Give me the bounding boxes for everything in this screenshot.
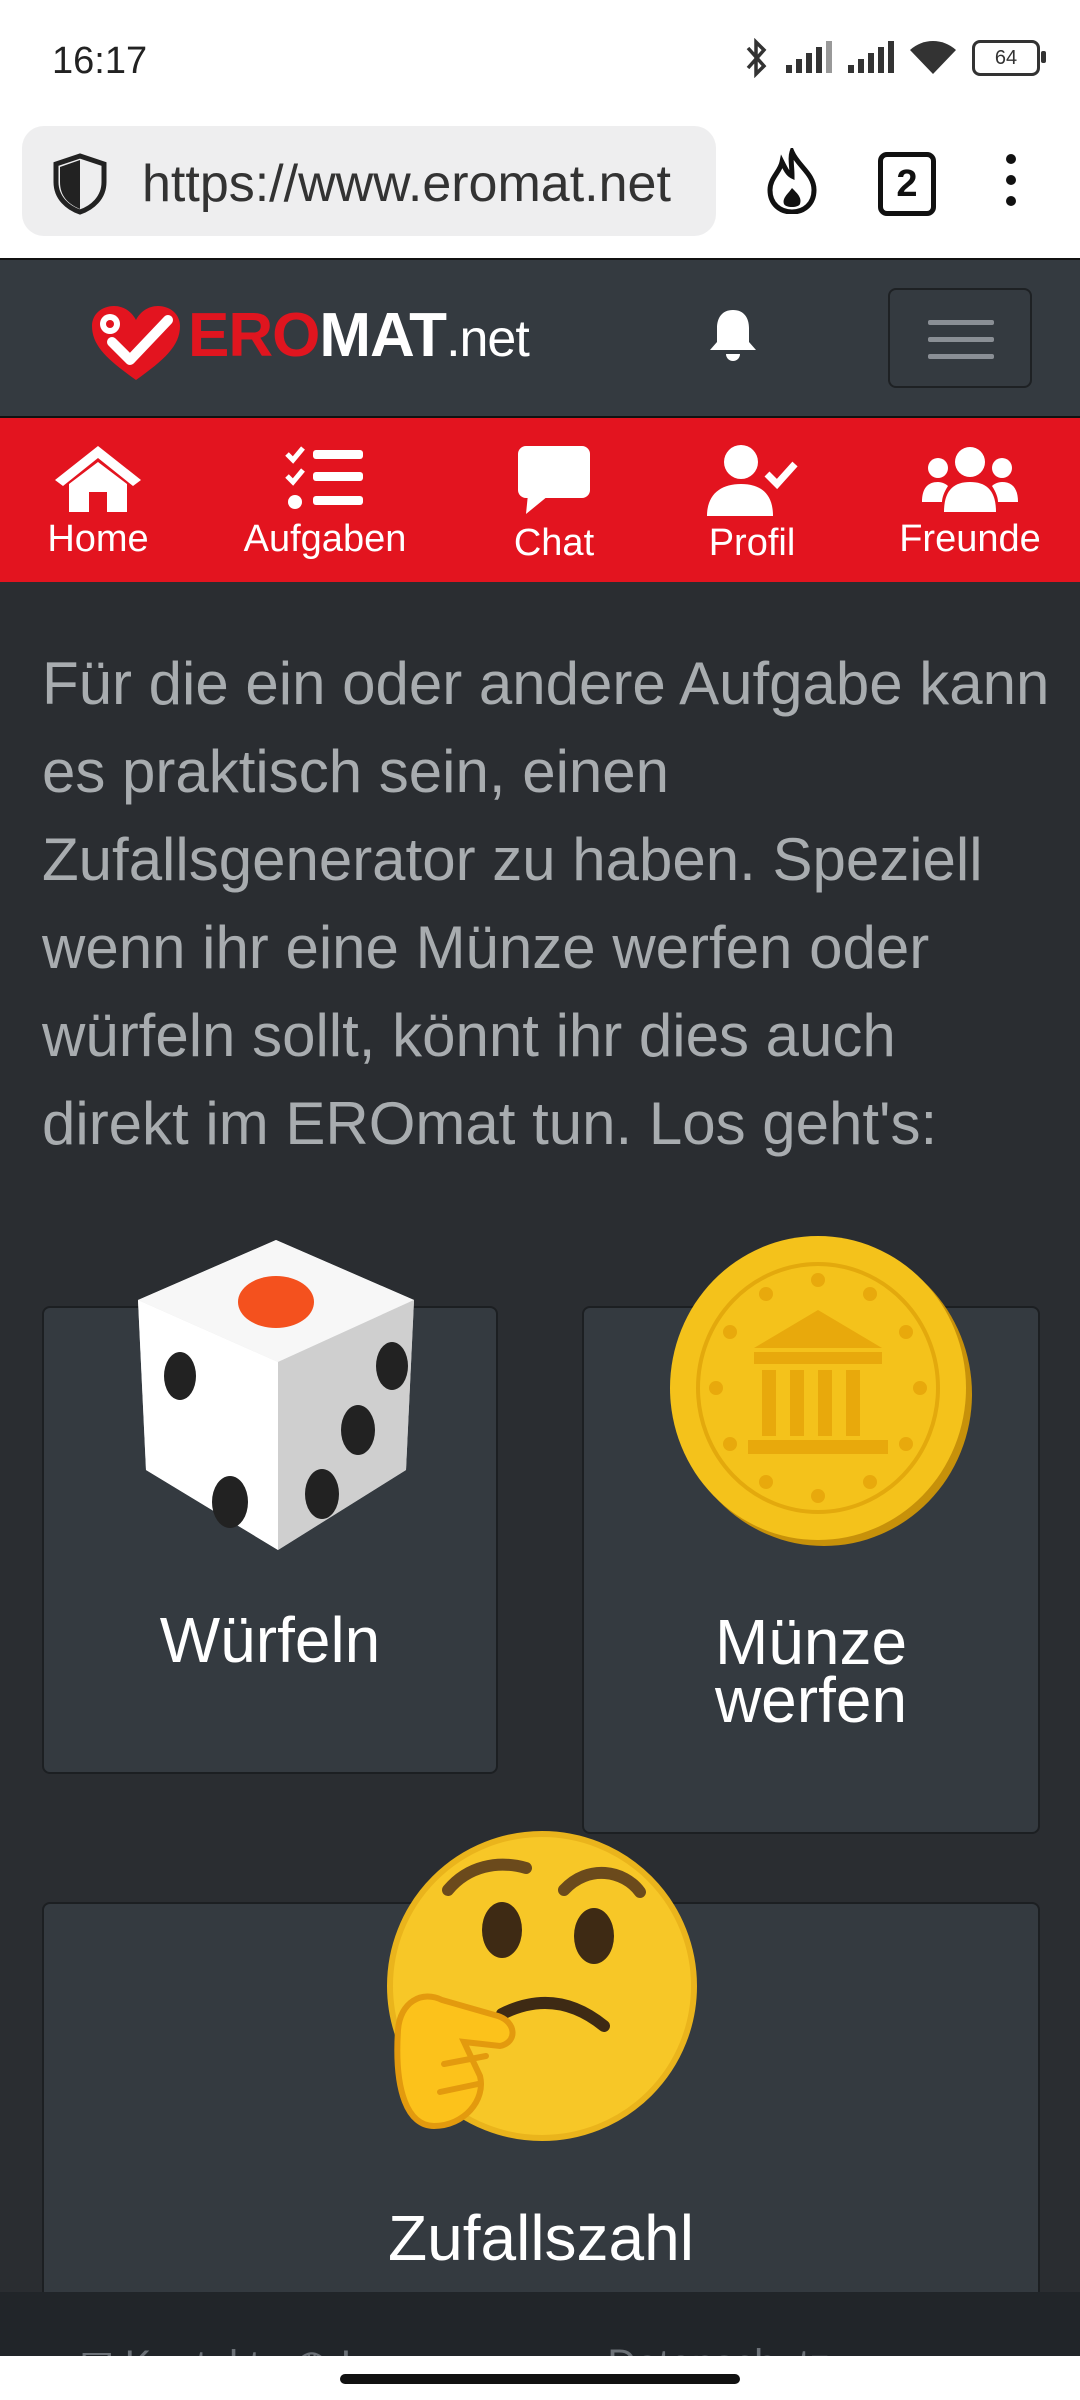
nav-profil[interactable]: Profil xyxy=(682,418,822,582)
logo-mat: MAT xyxy=(319,301,447,370)
hamburger-menu-button[interactable] xyxy=(888,288,1032,388)
battery-indicator: 64 xyxy=(972,40,1046,76)
shield-icon[interactable] xyxy=(50,152,110,216)
address-bar[interactable]: https://www.eromat.net xyxy=(22,126,716,236)
nav-label-aufgaben: Aufgaben xyxy=(243,518,407,560)
profile-icon xyxy=(707,445,798,516)
main-nav: Home Aufgaben Chat Profil Freunde xyxy=(0,418,1080,582)
bluetooth-icon xyxy=(746,38,767,78)
logo-ero: ERO xyxy=(188,301,320,370)
thinking-face-icon[interactable] xyxy=(378,1830,698,2150)
intro-text: Für die ein oder andere Aufgabe kann es … xyxy=(42,650,1050,1157)
site-header: EROMAT.net xyxy=(0,258,1080,418)
nav-home[interactable]: Home xyxy=(28,418,168,582)
home-indicator[interactable] xyxy=(340,2374,740,2384)
wifi-icon xyxy=(910,41,956,74)
nav-label-freunde: Freunde xyxy=(899,518,1041,560)
url-text[interactable]: https://www.eromat.net xyxy=(142,154,671,214)
chat-icon xyxy=(518,446,590,514)
logo-net: .net xyxy=(446,310,530,368)
nav-label-home: Home xyxy=(47,518,149,560)
nav-chat[interactable]: Chat xyxy=(484,418,624,582)
bell-icon[interactable] xyxy=(706,306,760,364)
dice-card-label: Würfeln xyxy=(159,1604,381,1676)
coin-card-label-line1: Münze xyxy=(714,1606,908,1678)
friends-icon xyxy=(922,447,1018,512)
nav-label-profil: Profil xyxy=(708,522,796,564)
nav-freunde[interactable]: Freunde xyxy=(882,418,1058,582)
tabs-button[interactable]: 2 xyxy=(878,152,936,216)
status-time: 16:17 xyxy=(52,40,148,82)
coin-card-label-line2: werfen xyxy=(714,1664,908,1736)
status-icons: 64 xyxy=(744,38,1046,78)
browser-toolbar: https://www.eromat.net 2 xyxy=(0,120,1080,258)
signal-icon-2 xyxy=(848,41,894,73)
signal-icon xyxy=(786,41,832,73)
random-number-card-label: Zufallszahl xyxy=(388,2202,694,2274)
nav-aufgaben[interactable]: Aufgaben xyxy=(230,418,420,582)
home-icon xyxy=(55,446,141,512)
menu-icon[interactable] xyxy=(1006,154,1020,217)
site-logo[interactable]: EROMAT.net xyxy=(188,300,530,371)
dice-icon[interactable] xyxy=(118,1230,434,1560)
coin-icon[interactable] xyxy=(664,1230,976,1550)
tasks-icon xyxy=(285,446,363,509)
flame-icon[interactable] xyxy=(758,148,826,214)
status-bar: 16:17 64 xyxy=(0,0,1080,120)
heart-check-logo-icon[interactable] xyxy=(88,302,184,384)
nav-label-chat: Chat xyxy=(513,522,595,564)
